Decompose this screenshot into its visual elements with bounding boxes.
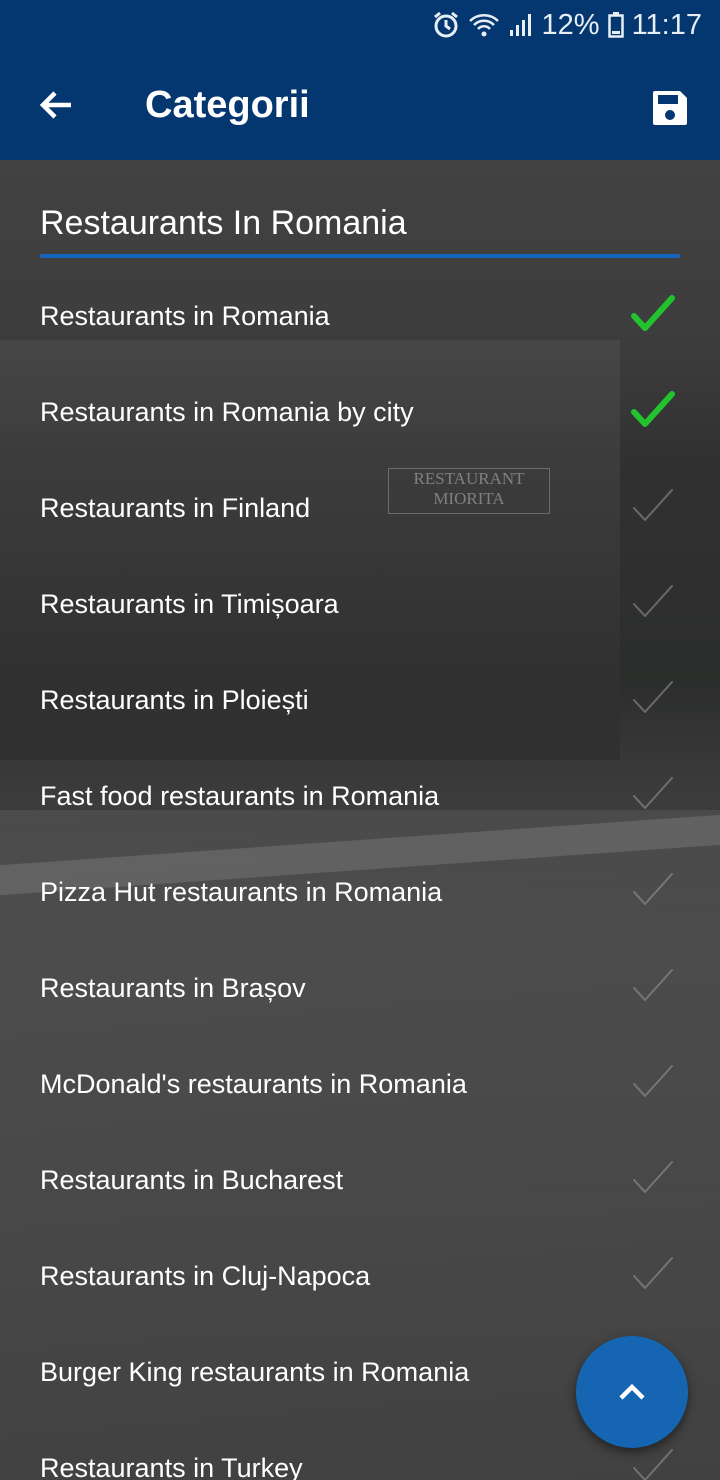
scroll-top-button[interactable] [576, 1336, 688, 1448]
category-label: Restaurants in Romania [40, 300, 330, 331]
checkmark-off-icon[interactable] [628, 678, 676, 722]
chevron-up-icon [619, 1383, 645, 1400]
checkmark-off-icon[interactable] [628, 966, 676, 1010]
save-icon [653, 91, 687, 125]
category-label: Restaurants in Ploiești [40, 684, 309, 715]
back-button[interactable] [0, 50, 112, 160]
checkmark-off-icon[interactable] [628, 486, 676, 530]
page-title: Categorii [145, 83, 310, 126]
clock-time: 11:17 [631, 8, 702, 41]
category-label: Pizza Hut restaurants in Romania [40, 876, 443, 907]
checkmark-off-icon[interactable] [628, 1062, 676, 1106]
category-label: Restaurants in Bucharest [40, 1164, 344, 1195]
save-button[interactable] [642, 80, 698, 136]
category-item-5[interactable]: Fast food restaurants in Romania [0, 748, 720, 844]
battery-icon [607, 12, 624, 38]
category-label: Restaurants in Romania by city [40, 396, 414, 427]
search-input-value: Restaurants In Romania [40, 204, 407, 242]
category-item-3[interactable]: Restaurants in Timișoara [0, 556, 720, 652]
category-label: Burger King restaurants in Romania [40, 1356, 470, 1387]
checkmark-off-icon[interactable] [628, 870, 676, 914]
category-label: McDonald's restaurants in Romania [40, 1068, 467, 1099]
category-item-0[interactable]: Restaurants in Romania [0, 268, 720, 364]
category-label: Restaurants in Timișoara [40, 588, 339, 619]
search-input[interactable]: Restaurants In Romania [40, 198, 680, 258]
category-item-7[interactable]: Restaurants in Brașov [0, 940, 720, 1036]
category-label: Restaurants in Turkey [40, 1452, 303, 1480]
arrow-left-icon [39, 91, 71, 119]
wifi-icon [468, 12, 500, 38]
battery-percent: 12% [541, 8, 600, 41]
category-item-4[interactable]: Restaurants in Ploiești [0, 652, 720, 748]
checkmark-on-icon[interactable] [628, 294, 676, 338]
category-label: Fast food restaurants in Romania [40, 780, 440, 811]
category-item-9[interactable]: Restaurants in Bucharest [0, 1132, 720, 1228]
category-panel: RESTAURANT MIORITA Restaurants In Romani… [0, 160, 720, 1480]
status-bar: 12% 11:17 [0, 0, 720, 50]
checkmark-off-icon[interactable] [628, 774, 676, 818]
checkmark-off-icon[interactable] [628, 1446, 676, 1480]
app-bar: Categorii [0, 50, 720, 160]
checkmark-off-icon[interactable] [628, 582, 676, 626]
checkmark-off-icon[interactable] [628, 1158, 676, 1202]
alarm-icon [432, 11, 460, 39]
checkmark-off-icon[interactable] [628, 1254, 676, 1298]
category-item-2[interactable]: Restaurants in Finland [0, 460, 720, 556]
category-item-8[interactable]: McDonald's restaurants in Romania [0, 1036, 720, 1132]
category-item-10[interactable]: Restaurants in Cluj-Napoca [0, 1228, 720, 1324]
category-item-1[interactable]: Restaurants in Romania by city [0, 364, 720, 460]
category-label: Restaurants in Brașov [40, 972, 306, 1003]
category-label: Restaurants in Finland [40, 492, 311, 523]
checkmark-on-icon[interactable] [628, 390, 676, 434]
category-list: Restaurants in Romania Restaurants in Ro… [0, 268, 720, 1480]
signal-icon [508, 12, 534, 38]
category-label: Restaurants in Cluj-Napoca [40, 1260, 371, 1291]
category-item-6[interactable]: Pizza Hut restaurants in Romania [0, 844, 720, 940]
